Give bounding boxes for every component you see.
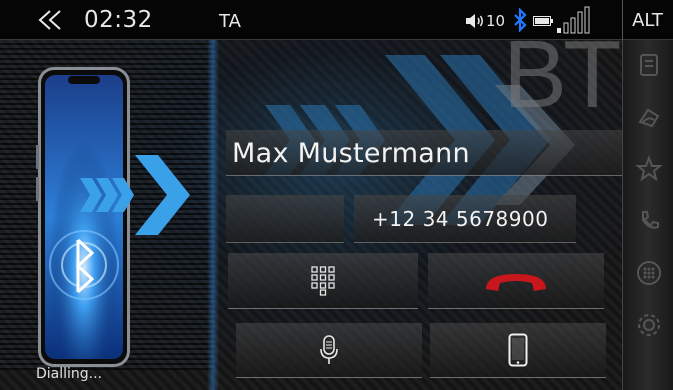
- signal-bars-icon: [557, 6, 590, 34]
- settings-icon[interactable]: [629, 305, 669, 345]
- contact-name: Max Mustermann: [232, 138, 470, 169]
- recent-calls-icon[interactable]: [629, 97, 669, 137]
- keypad-button[interactable]: [228, 253, 418, 309]
- microphone-button[interactable]: [236, 323, 422, 378]
- speaker-icon: [466, 14, 483, 28]
- keypad-icon: [311, 265, 335, 296]
- hangup-button[interactable]: [428, 253, 604, 309]
- phone-number-field: +12 34 5678900: [354, 195, 576, 243]
- voicemail-icon[interactable]: [629, 201, 669, 241]
- bluetooth-icon: [514, 8, 527, 32]
- contact-name-bar: Max Mustermann: [226, 130, 622, 176]
- blank-field: [226, 195, 344, 243]
- contacts-book-icon[interactable]: [629, 45, 669, 85]
- microphone-icon: [320, 335, 338, 364]
- ta-indicator[interactable]: TA: [219, 11, 241, 32]
- dialpad-icon[interactable]: [629, 253, 669, 293]
- favorites-icon[interactable]: [629, 149, 669, 189]
- volume-level: 10: [486, 12, 506, 30]
- phone-number: +12 34 5678900: [372, 207, 549, 231]
- alt-button[interactable]: ALT: [622, 0, 673, 40]
- clock: 02:32: [84, 7, 153, 33]
- double-chevron-left-icon[interactable]: [36, 6, 64, 34]
- side-menu: [622, 40, 673, 390]
- battery-icon: [533, 16, 553, 26]
- transfer-arrows: [80, 155, 190, 235]
- divider-glow: [207, 40, 219, 390]
- hangup-icon: [486, 273, 546, 291]
- handset-button[interactable]: [430, 323, 606, 378]
- smartphone-icon: [508, 333, 528, 367]
- phone-call-screen: BT 02:32 TA 10 ALT Max Mustermann +12 34…: [0, 0, 673, 390]
- call-status: Dialling...: [36, 366, 103, 382]
- status-bar: 02:32 TA 10 ALT: [0, 0, 673, 40]
